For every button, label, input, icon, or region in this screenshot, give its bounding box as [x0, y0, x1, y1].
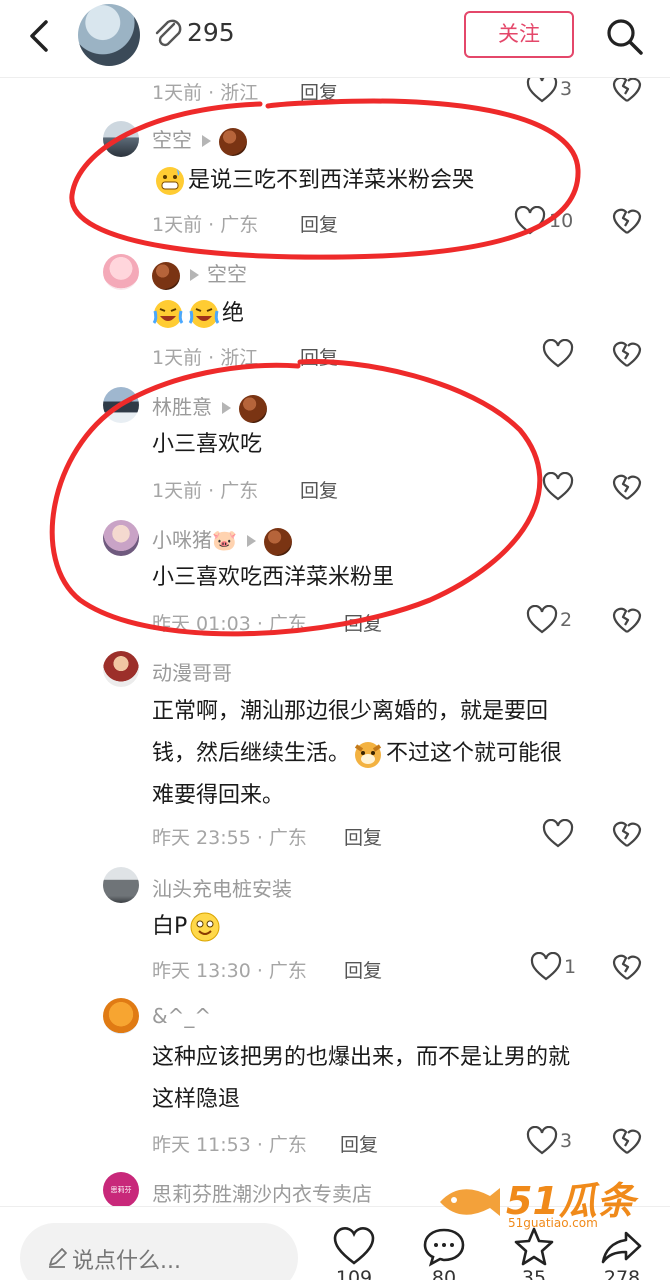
like-count: 1 — [564, 956, 577, 978]
commenter-name[interactable]: 动漫哥哥 — [152, 657, 232, 686]
commenter-name[interactable]: 林胜意 — [152, 391, 267, 423]
like-icon[interactable] — [542, 339, 574, 369]
reply-arrow-icon — [202, 134, 211, 147]
like-count: 3 — [560, 1130, 573, 1152]
commenter-name[interactable]: 汕头充电桩安装 — [152, 873, 292, 902]
comment-time: 昨天 01:03 · 广东 — [152, 613, 307, 635]
reply-arrow-icon — [222, 401, 231, 414]
comment-text-line: 这样隐退 — [152, 1087, 241, 1112]
reply-button[interactable]: 回复 — [344, 609, 382, 636]
comment-text: 小三喜欢吃 — [152, 432, 263, 457]
grinning-sweat-emoji-icon — [156, 167, 184, 195]
like-icon[interactable] — [514, 206, 546, 236]
like-count: 2 — [560, 609, 573, 631]
like-icon[interactable] — [530, 952, 562, 982]
commenter-name[interactable]: &^_^ — [152, 1004, 211, 1028]
comment-time: 1天前 · 广东 — [152, 214, 259, 236]
attachment-count: 295 — [187, 18, 235, 47]
watermark-url: 51guatiao.com — [508, 1216, 598, 1230]
like-post-count: 109 — [335, 1267, 373, 1280]
crying-laughing-emoji-icon — [188, 300, 220, 328]
reply-button[interactable]: 回复 — [300, 343, 338, 370]
comment-time: 1天前 · 浙江 — [152, 82, 259, 104]
reply-button[interactable]: 回复 — [344, 956, 382, 983]
comment-input[interactable]: 说点什么... — [20, 1223, 298, 1280]
commenter-avatar[interactable] — [103, 121, 139, 157]
chestnut-badge-icon — [219, 127, 247, 156]
comment-time: 1天前 · 浙江 — [152, 347, 259, 369]
chestnut-badge-icon — [152, 261, 180, 290]
comment-time: 昨天 11:53 · 广东 — [152, 1134, 307, 1156]
commenter-avatar[interactable] — [103, 651, 139, 687]
commenter-avatar[interactable] — [103, 998, 139, 1034]
commenter-name[interactable]: 空空 — [152, 258, 247, 290]
reply-button[interactable]: 回复 — [300, 210, 338, 237]
comment-text-line: 难要得回来。 — [152, 783, 285, 808]
like-icon[interactable] — [526, 605, 558, 635]
dislike-icon[interactable] — [612, 605, 642, 635]
paperclip-icon — [155, 19, 182, 47]
top-bar: 295 关注 — [0, 0, 670, 78]
commenter-avatar[interactable]: 思莉芬 — [103, 1172, 139, 1208]
pencil-icon — [49, 1248, 67, 1268]
chestnut-badge-icon — [239, 394, 267, 423]
reply-button[interactable]: 回复 — [300, 476, 338, 503]
reply-arrow-icon — [190, 268, 199, 281]
comment-input-placeholder: 说点什么... — [72, 1249, 181, 1274]
dislike-icon[interactable] — [612, 1126, 642, 1156]
comment-time: 1天前 · 广东 — [152, 480, 259, 502]
dog-emoji-icon — [354, 742, 382, 768]
reply-button[interactable]: 回复 — [344, 823, 382, 850]
reply-button[interactable]: 回复 — [300, 78, 338, 105]
like-icon[interactable] — [542, 472, 574, 502]
watermark-logo: 51瓜条 51guatiao.com — [436, 1170, 658, 1236]
dislike-icon[interactable] — [612, 339, 642, 369]
like-icon[interactable] — [526, 74, 558, 104]
author-avatar[interactable] — [78, 4, 140, 66]
like-icon[interactable] — [542, 819, 574, 849]
search-icon[interactable] — [604, 16, 644, 56]
commenter-avatar[interactable] — [103, 254, 139, 290]
reply-arrow-icon — [246, 534, 256, 547]
commenter-avatar[interactable] — [103, 867, 139, 903]
dislike-icon[interactable] — [612, 74, 642, 104]
comment-time: 昨天 23:55 · 广东 — [152, 827, 307, 849]
comment-text: 是说三吃不到西洋菜米粉会哭 — [152, 160, 474, 202]
commenter-name[interactable]: 小咪猪🐷 — [152, 524, 292, 556]
comment-text: 绝 — [150, 293, 244, 335]
commenter-name[interactable]: 思莉芬胜潮沙内衣专卖店 — [152, 1178, 372, 1207]
like-icon[interactable] — [526, 1126, 558, 1156]
like-post-icon[interactable] — [332, 1225, 376, 1269]
comment-time: 昨天 13:30 · 广东 — [152, 960, 307, 982]
comment-text: 白P — [152, 906, 223, 948]
like-count: 3 — [560, 78, 573, 100]
dislike-icon[interactable] — [612, 819, 642, 849]
like-count: 10 — [549, 210, 574, 232]
comment-text: 小三喜欢吃西洋菜米粉里 — [152, 565, 395, 590]
share-count: 278 — [603, 1267, 641, 1280]
commenter-avatar[interactable] — [103, 520, 139, 556]
comment-text-line: 正常啊，潮汕那边很少离婚的，就是要回 — [152, 699, 549, 724]
dislike-icon[interactable] — [612, 952, 642, 982]
chestnut-badge-icon — [263, 527, 292, 556]
follow-button[interactable]: 关注 — [464, 11, 574, 58]
reply-button[interactable]: 回复 — [340, 1130, 378, 1157]
comment-text-line: 钱，然后继续生活。 不过这个就可能很 — [152, 733, 562, 775]
fish-logo-icon — [440, 1188, 500, 1216]
smiling-emoji-icon — [190, 912, 220, 942]
comment-text-line: 这种应该把男的也爆出来，而不是让男的就 — [152, 1045, 571, 1070]
crying-laughing-emoji-icon — [152, 300, 184, 328]
back-arrow-icon[interactable] — [22, 16, 58, 56]
dislike-icon[interactable] — [612, 472, 642, 502]
dislike-icon[interactable] — [612, 206, 642, 236]
commenter-name[interactable]: 空空 — [152, 124, 247, 156]
comment-count: 80 — [431, 1267, 457, 1280]
star-count: 35 — [521, 1267, 547, 1280]
commenter-avatar[interactable] — [103, 387, 139, 423]
